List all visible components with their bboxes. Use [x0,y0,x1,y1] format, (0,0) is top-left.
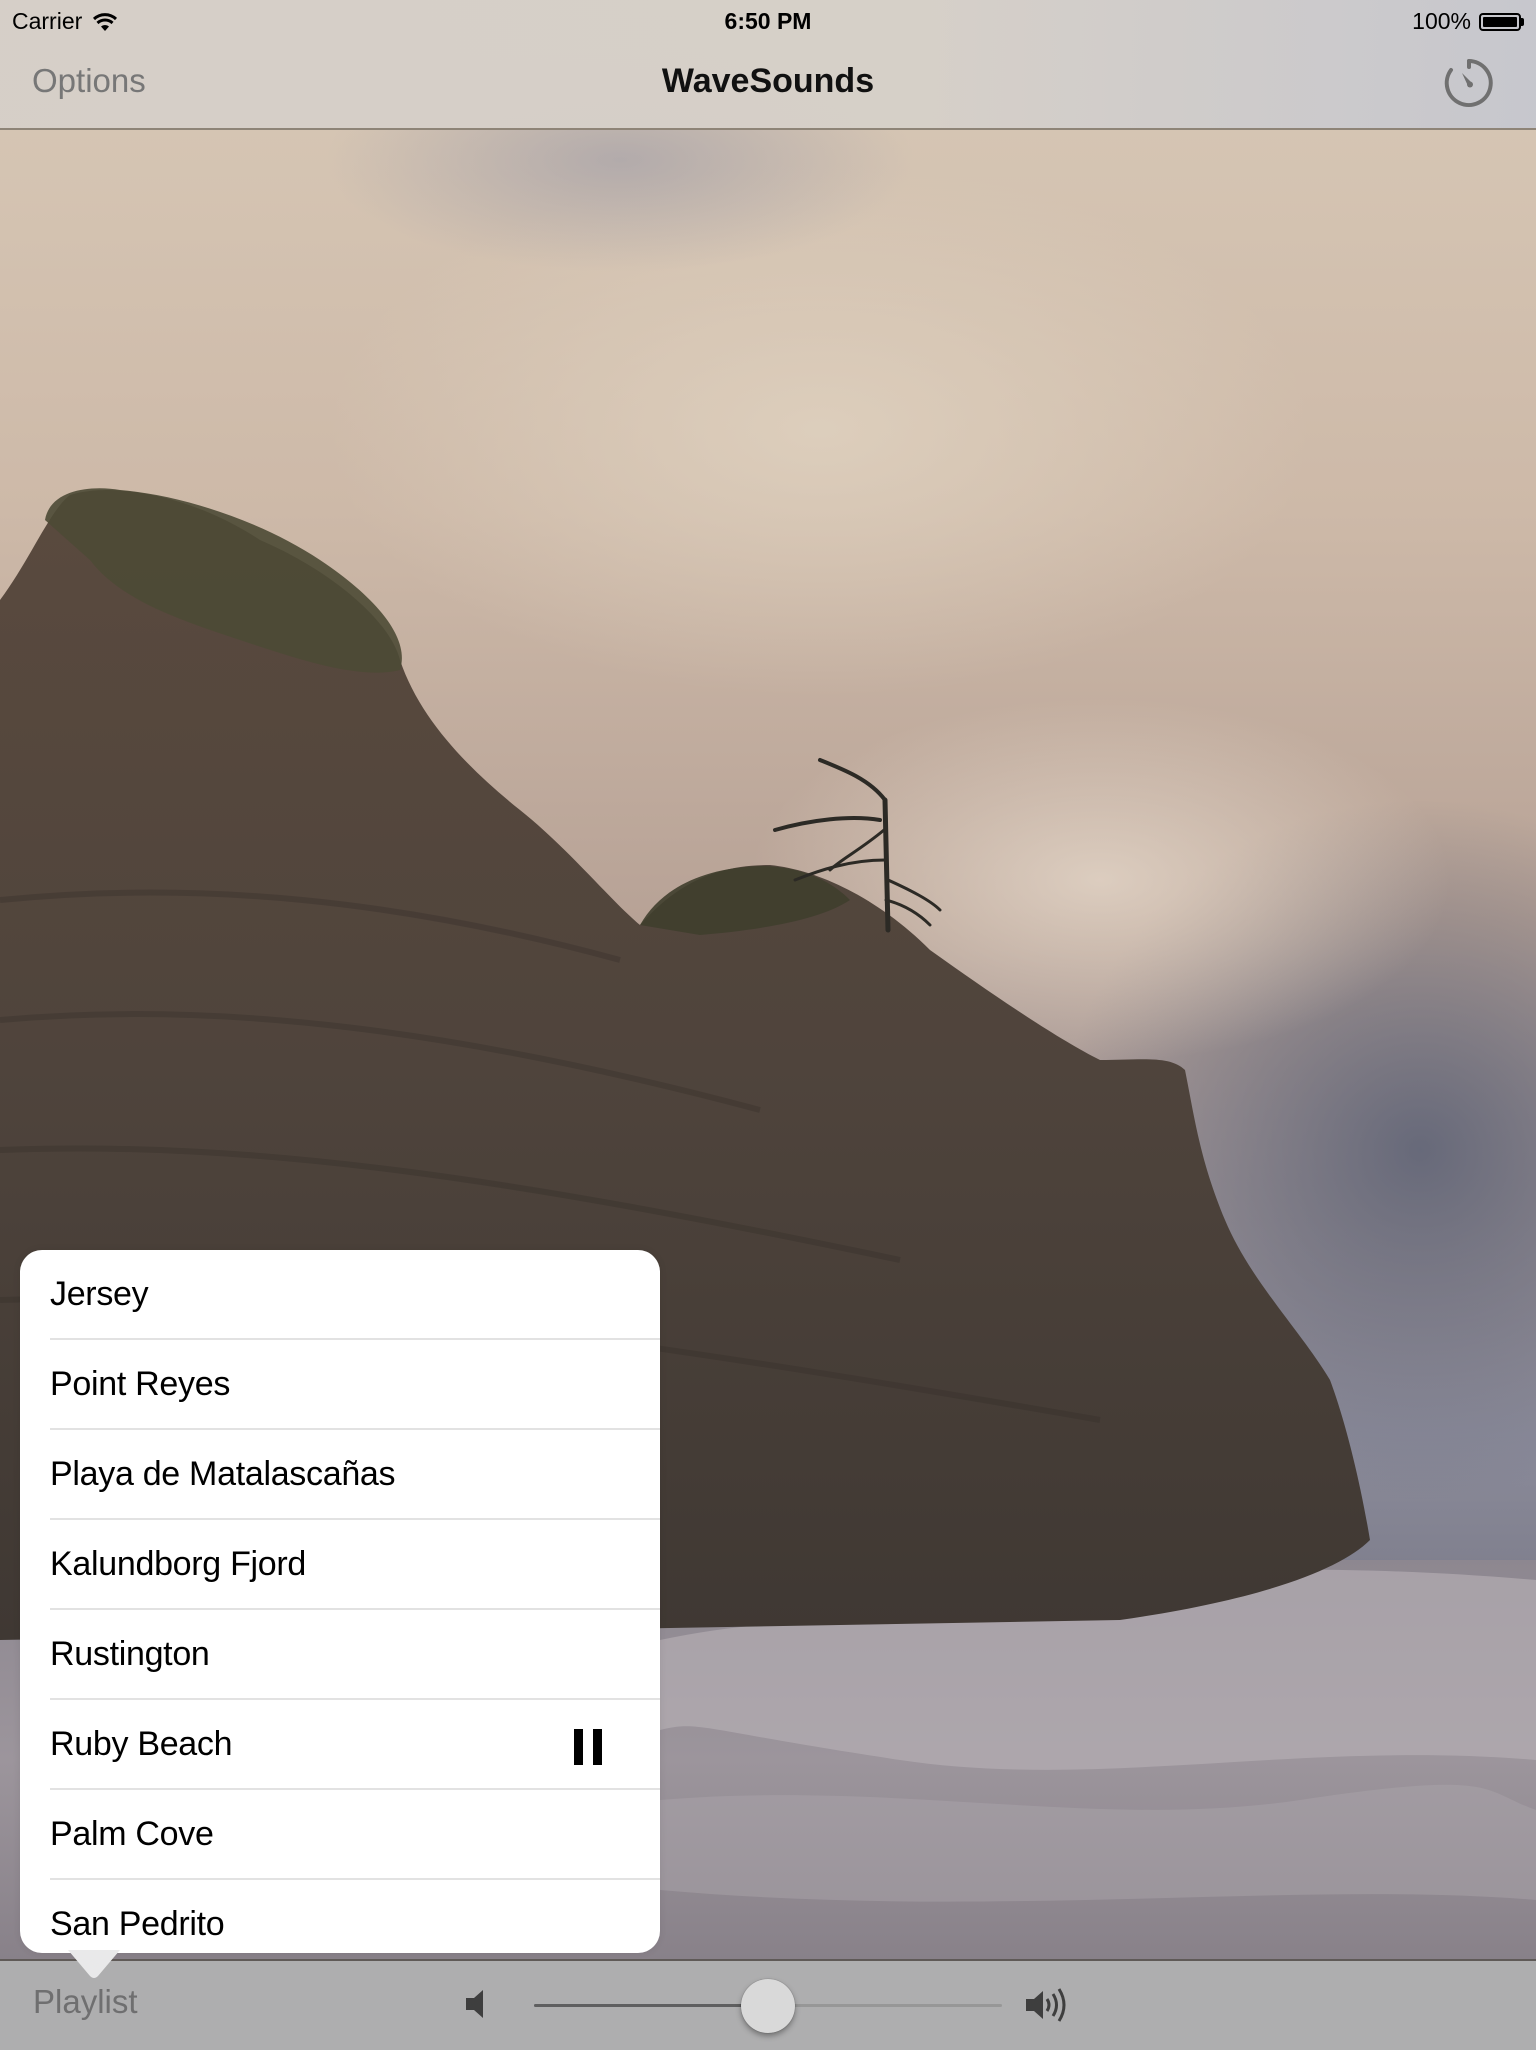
battery-icon [1479,12,1524,31]
playlist-item-label: Point Reyes [50,1364,231,1403]
volume-high-icon [1026,1988,1066,2022]
playlist-item-label: Jersey [50,1274,149,1313]
battery-indicator: 100% [1412,8,1524,35]
volume-slider[interactable] [534,1979,1002,2033]
status-time: 6:50 PM [724,8,812,34]
volume-slider-fill [534,2004,768,2007]
playlist-item[interactable]: Playa de Matalascañas [50,1430,660,1520]
playlist-item-label: Ruby Beach [50,1724,233,1763]
timer-icon [1444,59,1493,107]
playlist-item[interactable]: Point Reyes [50,1340,660,1430]
playlist-item-label: Rustington [50,1634,210,1673]
playlist-popover: Jersey Point Reyes Playa de Matalascañas… [20,1250,660,1953]
navigation-bar: Carrier 6:50 PM 100% Options WaveSounds [0,0,1536,130]
status-bar: Carrier 6:50 PM 100% [0,0,1536,40]
page-title: WaveSounds [661,62,875,100]
popover-arrow [68,1950,120,1978]
playlist-item[interactable]: Rustington [50,1610,660,1700]
playlist-button[interactable]: Playlist [33,1983,138,2021]
playlist-item-label: San Pedrito [50,1904,225,1943]
playlist-item-label: Playa de Matalascañas [50,1454,396,1493]
playlist-item[interactable]: San Pedrito [50,1880,660,1968]
playlist-item-now-playing[interactable]: Ruby Beach [50,1700,660,1790]
playlist-item-label: Kalundborg Fjord [50,1544,307,1583]
playlist-item[interactable]: Jersey [50,1250,660,1340]
battery-percent: 100% [1412,8,1471,34]
playlist-item[interactable]: Palm Cove [50,1790,660,1880]
bottom-toolbar: Playlist [0,1959,1536,2050]
volume-slider-thumb[interactable] [741,1979,795,2033]
playlist-list: Jersey Point Reyes Playa de Matalascañas… [20,1250,660,1968]
pause-icon[interactable] [574,1729,602,1765]
timer-button[interactable] [1442,56,1496,110]
playlist-item[interactable]: Kalundborg Fjord [50,1520,660,1610]
playlist-item-label: Palm Cove [50,1814,214,1853]
volume-low-icon [466,1990,483,2018]
